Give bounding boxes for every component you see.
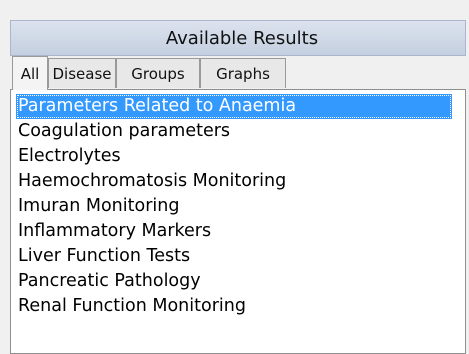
list-item-pancreatic[interactable]: Pancreatic Pathology [16, 269, 201, 294]
tab-groups[interactable]: Groups [116, 58, 200, 88]
results-list[interactable]: Parameters Related to Anaemia Coagulatio… [10, 89, 466, 354]
list-item-haemochromatosis[interactable]: Haemochromatosis Monitoring [16, 169, 286, 194]
panel-title: Available Results [165, 27, 319, 49]
available-results-panel: Available Results All Disease Groups Gra… [0, 0, 469, 354]
list-item-coagulation[interactable]: Coagulation parameters [16, 119, 230, 144]
list-item-liver[interactable]: Liver Function Tests [16, 244, 190, 269]
tab-disease[interactable]: Disease [48, 58, 116, 88]
tab-strip: All Disease Groups Graphs [10, 56, 466, 90]
list-item-electrolytes[interactable]: Electrolytes [16, 144, 121, 169]
panel-title-bar: Available Results [10, 20, 466, 56]
list-item-inflammatory[interactable]: Inflammatory Markers [16, 219, 211, 244]
tab-all[interactable]: All [12, 56, 48, 90]
tab-graphs[interactable]: Graphs [200, 58, 286, 88]
list-item-imuran[interactable]: Imuran Monitoring [16, 194, 179, 219]
list-item-renal[interactable]: Renal Function Monitoring [16, 294, 246, 319]
list-item-anaemia[interactable]: Parameters Related to Anaemia [16, 94, 452, 119]
